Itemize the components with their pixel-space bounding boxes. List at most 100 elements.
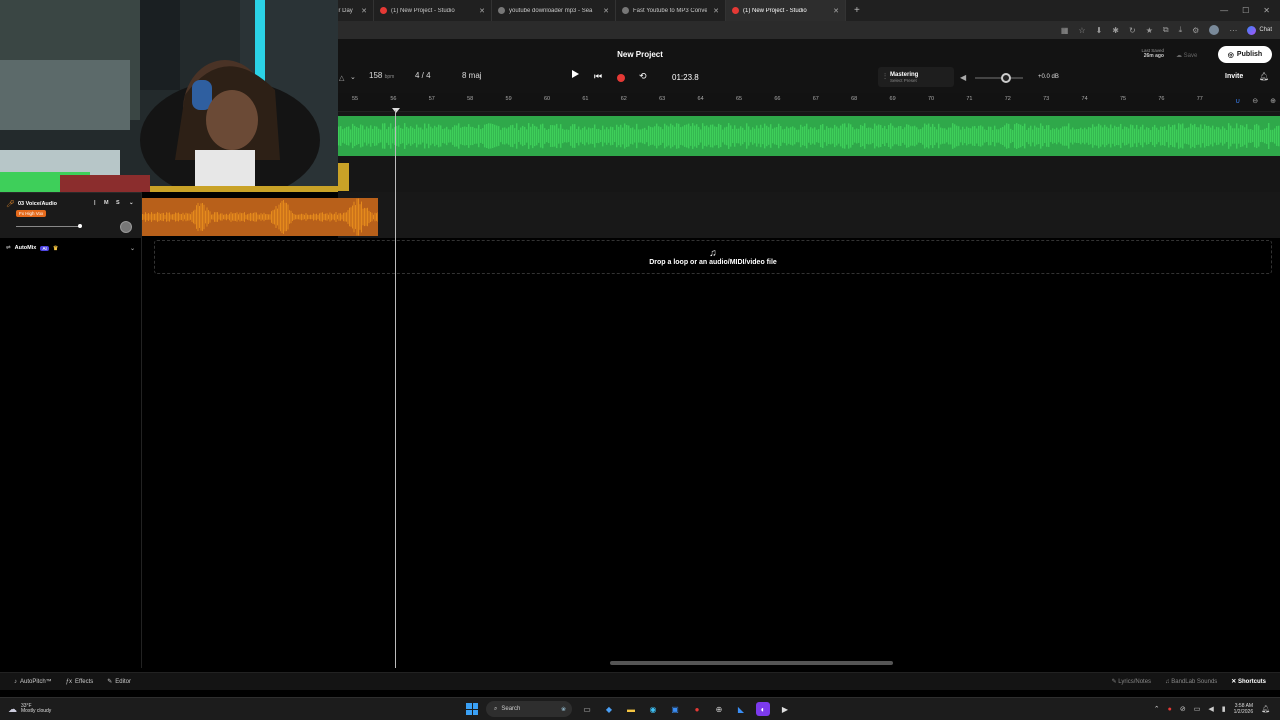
gold-audio-clip[interactable] — [338, 163, 349, 191]
editor-button[interactable]: ✎ Editor — [107, 678, 131, 686]
ruler-tick: 68 — [851, 96, 858, 102]
tab-favicon-icon — [498, 7, 505, 14]
new-tab-button[interactable]: + — [846, 5, 868, 16]
add-music-icon: ♫ — [709, 248, 717, 259]
tab-close-icon[interactable]: ✕ — [603, 7, 609, 15]
mic-icon: 🎤︎ — [6, 201, 15, 208]
mute-button[interactable]: M — [104, 200, 109, 206]
weather-widget[interactable]: ☁ 33°F Mostly cloudy — [0, 703, 51, 715]
ruler-tick: 76 — [1158, 96, 1165, 102]
chevron-down-icon[interactable]: ⌄ — [130, 245, 135, 252]
save-button[interactable]: ☁ Save — [1176, 52, 1197, 59]
extension-icon[interactable]: ✱ — [1112, 26, 1119, 35]
play-button[interactable] — [572, 70, 579, 78]
playhead-handle[interactable] — [392, 108, 400, 113]
tab-favicon-icon — [380, 7, 387, 14]
network-off-icon[interactable]: ⊘ — [1180, 705, 1186, 713]
copilot-icon[interactable]: ◆ — [602, 702, 616, 716]
effects-button[interactable]: ƒx Effects — [66, 679, 94, 685]
playhead[interactable] — [395, 110, 396, 668]
browser-tab[interactable]: youtube downloader mp3 - Sea ✕ — [492, 0, 616, 21]
minimize-icon[interactable]: — — [1220, 6, 1228, 15]
app-icon[interactable]: ⊕ — [712, 702, 726, 716]
copilot-chat-button[interactable]: Chat — [1247, 25, 1272, 35]
zoom-out-icon[interactable]: ⊖ — [1252, 97, 1258, 105]
magnet-icon[interactable]: ∪ — [1235, 97, 1240, 105]
loop-button[interactable]: ⟲ — [639, 71, 647, 82]
record-button[interactable] — [617, 74, 625, 82]
task-view-icon[interactable]: ▭ — [580, 702, 594, 716]
autopitch-button[interactable]: ♪ AutoPitch™ — [14, 679, 52, 685]
battery-icon[interactable]: ▮ — [1222, 705, 1226, 713]
speaker-icon[interactable]: ◀ — [1208, 705, 1213, 713]
speaker-icon[interactable]: ◀ — [960, 73, 966, 82]
horizontal-scrollbar[interactable] — [610, 661, 893, 665]
bell-icon[interactable]: 🔔︎ — [1259, 72, 1269, 81]
shortcuts-button[interactable]: ✕ Shortcuts — [1231, 678, 1266, 685]
track-volume-knob[interactable] — [78, 224, 82, 228]
refresh-icon[interactable]: ↻ — [1129, 26, 1136, 35]
tab-close-icon[interactable]: ✕ — [479, 7, 485, 15]
bandlab-sounds-button[interactable]: ♫ BandLab Sounds — [1165, 679, 1217, 685]
notification-icon[interactable]: 🔔︎ — [1261, 705, 1270, 713]
mastering-button[interactable]: ⫶ Mastering Select Preset — [878, 67, 954, 87]
store-icon[interactable]: ▣ — [668, 702, 682, 716]
drop-zone[interactable]: ♫ Drop a loop or an audio/MIDI/video fil… — [154, 240, 1272, 274]
invite-button[interactable]: Invite — [1225, 73, 1243, 80]
chevron-up-icon[interactable]: ⌃ — [1154, 705, 1160, 713]
track-header[interactable]: 🎤︎ 03 Voice/Audio Fx High Vox | M S ⌄ — [0, 192, 141, 238]
browser-tab[interactable]: Fast Youtube to MP3 Converter ✕ — [616, 0, 726, 21]
clock[interactable]: 3:58 AM 1/2/2026 — [1234, 703, 1253, 715]
track-volume-slider[interactable] — [16, 226, 80, 227]
master-volume-slider[interactable] — [975, 73, 1023, 83]
monitor-icon[interactable]: ▭ — [1194, 705, 1201, 713]
solo-button[interactable]: S — [116, 200, 120, 206]
maximize-icon[interactable]: ☐ — [1242, 6, 1249, 15]
download-icon[interactable]: ⬇ — [1096, 26, 1103, 35]
volume-knob[interactable] — [1000, 73, 1011, 83]
browser-tab[interactable]: (1) New Project - Studio ✕ — [374, 0, 492, 21]
file-explorer-icon[interactable]: ▬ — [624, 702, 638, 716]
media-player-icon[interactable]: ▶ — [778, 702, 792, 716]
chevron-down-icon[interactable]: ⌄ — [129, 200, 134, 206]
more-icon[interactable]: ⋯ — [1229, 26, 1237, 35]
metronome-icon[interactable]: △ — [339, 74, 344, 82]
star-icon[interactable]: ☆ — [1078, 26, 1085, 35]
mastering-label: Mastering — [890, 71, 919, 78]
downloads-icon[interactable]: ⤓ — [1179, 25, 1183, 35]
time-signature[interactable]: 4 / 4 — [415, 71, 431, 80]
pan-knob[interactable] — [120, 221, 132, 233]
publish-button[interactable]: ◎ Publish — [1218, 46, 1272, 63]
tray-app-icon[interactable]: ● — [1168, 706, 1172, 713]
tab-close-icon[interactable]: ✕ — [833, 7, 839, 15]
automix-row[interactable]: ⇌ AutoMix AI ♛ ⌄ — [0, 240, 141, 256]
profile-avatar[interactable] — [1209, 25, 1220, 35]
favorites-icon[interactable]: ★ — [1146, 26, 1153, 35]
key-display[interactable]: 8 maj — [462, 71, 482, 80]
collections-icon[interactable]: ⧉ — [1163, 25, 1169, 35]
browser-tab[interactable]: (1) New Project - Studio ✕ — [726, 0, 846, 21]
track-lane-2[interactable] — [338, 192, 1280, 238]
taskbar-search[interactable]: ⌕ Search ❀ — [486, 701, 572, 717]
skip-back-button[interactable]: ⏮ — [594, 71, 602, 82]
track-name[interactable]: 03 Voice/Audio — [18, 201, 57, 207]
discord-icon[interactable]: ◐ — [756, 702, 770, 716]
close-window-icon[interactable]: ✕ — [1263, 6, 1270, 15]
zoom-in-icon[interactable]: ⊕ — [1270, 97, 1276, 105]
windows-start-icon[interactable] — [466, 703, 478, 715]
tab-close-icon[interactable]: ✕ — [361, 7, 367, 15]
lyrics-button[interactable]: ✎ Lyrics/Notes — [1112, 678, 1152, 685]
chevron-down-icon[interactable]: ⌄ — [350, 73, 356, 81]
voice-audio-clip[interactable] — [142, 198, 378, 236]
fx-badge[interactable]: Fx High Vox — [16, 210, 47, 217]
timeline-ruler[interactable]: ∪ ⊖ ⊕ 55 56 57 58 59 60 61 62 63 64 65 66 67 68 69 70 71… — [338, 93, 1280, 112]
grid-icon[interactable]: ▦ — [1061, 26, 1069, 35]
tab-close-icon[interactable]: ✕ — [713, 7, 719, 15]
green-audio-clip[interactable] — [338, 116, 1280, 156]
vscode-icon[interactable]: ◣ — [734, 702, 748, 716]
edge-icon[interactable]: ◉ — [646, 702, 660, 716]
chrome-icon[interactable]: ● — [690, 702, 704, 716]
pen-icon: ✎ — [1111, 679, 1117, 685]
tempo-display[interactable]: 158 bpm — [369, 71, 394, 80]
settings-icon[interactable]: ⚙ — [1192, 26, 1199, 35]
